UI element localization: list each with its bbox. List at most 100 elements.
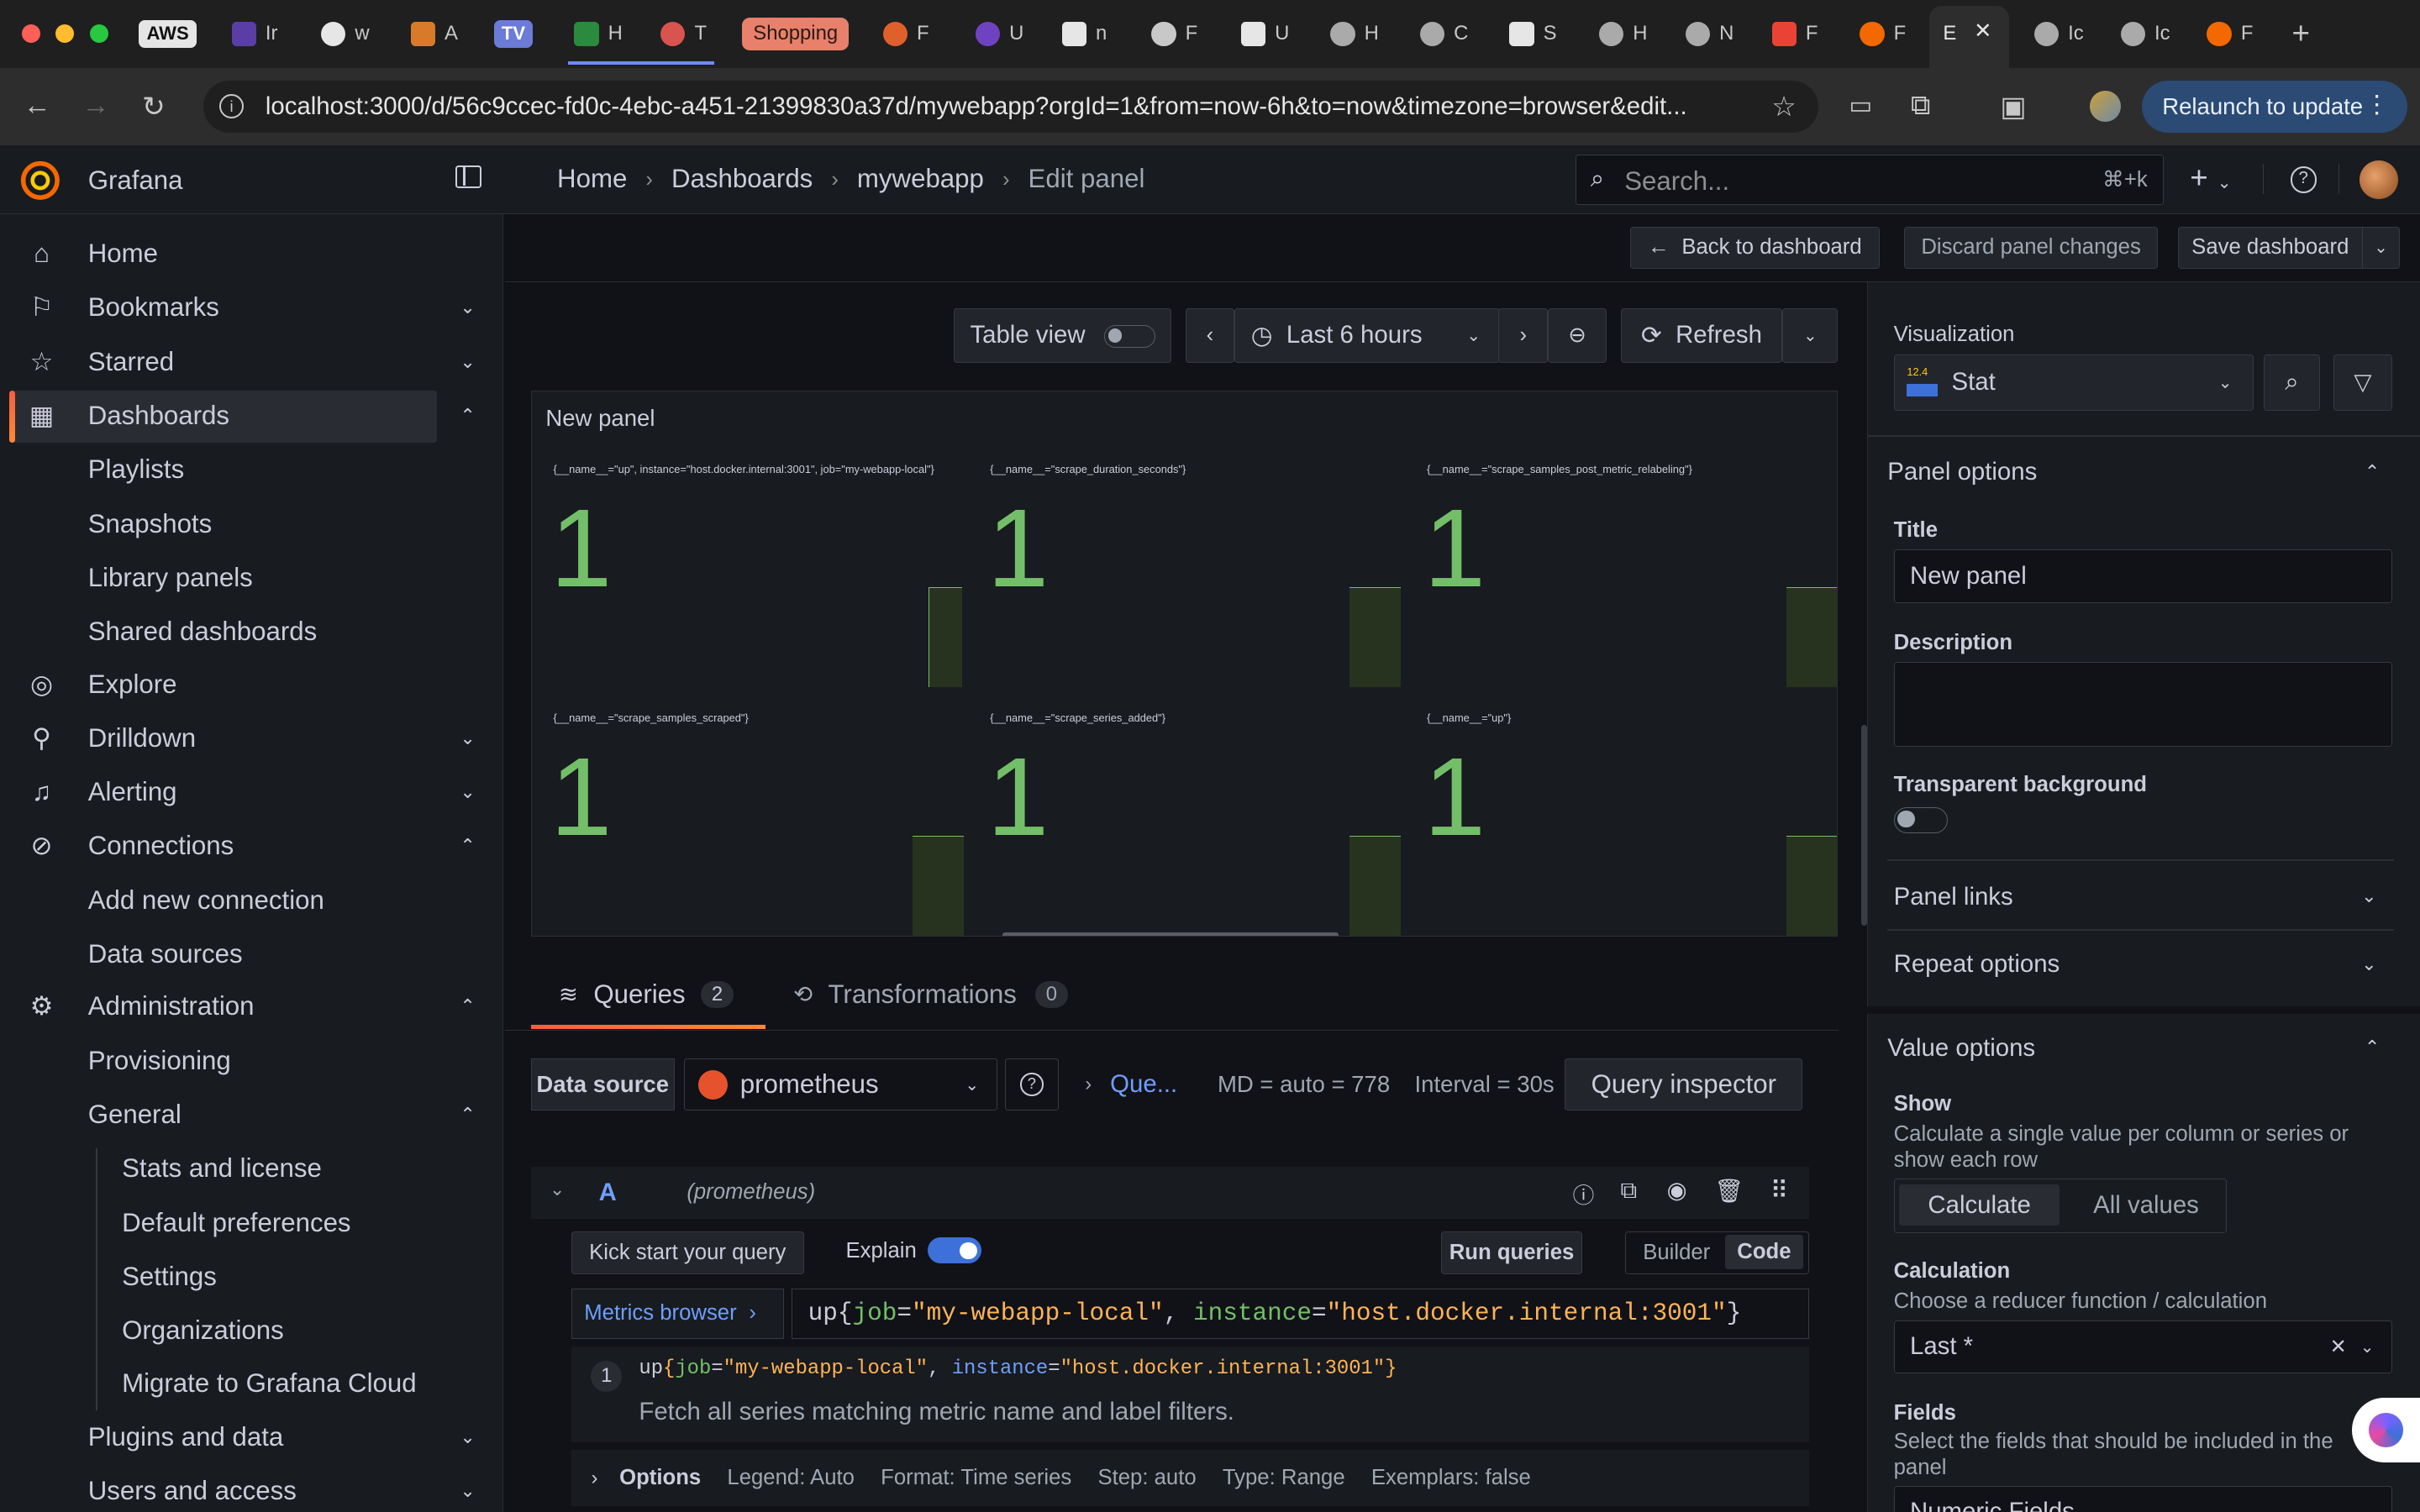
close-tab-icon[interactable]: ✕ bbox=[1974, 18, 1992, 44]
panel-options-section[interactable]: Panel options bbox=[1887, 458, 2037, 486]
back-arrow-icon[interactable]: ← bbox=[24, 90, 51, 122]
assistant-launcher-button[interactable] bbox=[2352, 1398, 2420, 1463]
clear-x-icon[interactable]: ✕ bbox=[2330, 1335, 2347, 1359]
dock-menu-icon[interactable] bbox=[455, 165, 482, 189]
panel-links-section[interactable]: Panel links bbox=[1894, 883, 2013, 911]
query-ref-id[interactable]: A bbox=[599, 1179, 617, 1207]
add-new-menu-button[interactable]: + ⌄ bbox=[2190, 160, 2231, 196]
grafana-logo-icon[interactable] bbox=[20, 160, 60, 201]
sidepanel-icon[interactable]: ▣ bbox=[2000, 90, 2026, 123]
sidebar-item-add-new-connection[interactable]: Add new connection bbox=[0, 874, 503, 927]
title-input[interactable]: New panel bbox=[1893, 549, 2392, 604]
sidebar-item-users-and-access[interactable]: Users and access ⌄ bbox=[0, 1464, 503, 1512]
chevron-up-icon[interactable]: ⌃ bbox=[2365, 1037, 2380, 1058]
promql-query-input[interactable]: up{job = "my-webapp-local", instance = "host… bbox=[792, 1288, 1809, 1340]
description-textarea[interactable] bbox=[1893, 661, 2392, 747]
sidebar-item-organizations[interactable]: Organizations bbox=[0, 1304, 503, 1357]
breadcrumb-dashboards[interactable]: Dashboards bbox=[671, 164, 813, 197]
chevron-down-icon[interactable]: ⌄ bbox=[2361, 953, 2376, 975]
browser-tab[interactable]: U bbox=[975, 14, 1023, 55]
sidebar-item-explore[interactable]: ◎ Explore bbox=[0, 657, 503, 711]
chevron-down-icon[interactable]: ⌄ bbox=[460, 781, 475, 803]
chevron-up-icon[interactable]: ⌃ bbox=[2365, 461, 2380, 483]
sidebar-item-migrate-to-grafana-cloud[interactable]: Migrate to Grafana Cloud bbox=[0, 1356, 503, 1410]
time-back-button[interactable]: ‹ bbox=[1185, 308, 1235, 363]
discard-panel-changes-button[interactable]: Discard panel changes bbox=[1904, 226, 2158, 269]
sidebar-item-general[interactable]: General ⌃ bbox=[0, 1088, 503, 1142]
explain-toggle[interactable] bbox=[927, 1237, 982, 1264]
browser-tab[interactable]: F bbox=[882, 14, 929, 55]
search-input[interactable]: ⌕ Search... ⌘+k bbox=[1576, 154, 2165, 206]
breadcrumb-mywebapp[interactable]: mywebapp bbox=[857, 164, 984, 197]
save-options-chevron-icon[interactable]: ⌄ bbox=[2362, 226, 2401, 269]
browser-tab[interactable]: C bbox=[1419, 14, 1468, 55]
more-vert-icon[interactable]: ⋮ bbox=[2365, 90, 2389, 119]
profile-avatar[interactable] bbox=[2089, 91, 2121, 123]
sidebar-item-shared-dashboards[interactable]: Shared dashboards bbox=[0, 605, 503, 659]
datasource-help-icon[interactable]: ? bbox=[1004, 1058, 1059, 1111]
search-options-icon[interactable]: ⌕ bbox=[2264, 354, 2320, 411]
browser-tab[interactable]: Ic bbox=[2033, 14, 2084, 55]
pane-splitter-handle[interactable] bbox=[1861, 725, 1868, 926]
browser-tab[interactable]: H bbox=[1330, 14, 1379, 55]
browser-tab-group-shopping[interactable]: Shopping bbox=[742, 14, 849, 55]
data-source-picker[interactable]: prometheus ⌄ bbox=[683, 1058, 997, 1111]
repeat-options-section[interactable]: Repeat options bbox=[1894, 950, 2060, 979]
sidebar-item-stats-and-license[interactable]: Stats and license bbox=[0, 1142, 503, 1195]
sidebar-item-library-panels[interactable]: Library panels bbox=[0, 551, 503, 605]
calculation-select[interactable]: Last * ✕ ⌄ bbox=[1893, 1320, 2392, 1373]
sidebar-item-bookmarks[interactable]: ⚐ Bookmarks ⌄ bbox=[0, 281, 503, 334]
browser-tab[interactable]: N bbox=[1685, 14, 1733, 55]
query-inspector-button[interactable]: Query inspector bbox=[1565, 1058, 1803, 1111]
active-browser-tab[interactable]: E ✕ bbox=[1928, 6, 2010, 68]
reload-icon[interactable]: ↻ bbox=[142, 90, 166, 123]
browser-tab[interactable]: w bbox=[321, 14, 370, 55]
site-info-icon[interactable]: i bbox=[218, 94, 245, 119]
sidebar-item-snapshots[interactable]: Snapshots bbox=[0, 496, 503, 550]
sidebar-item-home[interactable]: ⌂ Home bbox=[0, 227, 503, 281]
refresh-button[interactable]: ⟳ Refresh bbox=[1620, 308, 1783, 363]
browser-tab[interactable]: T bbox=[660, 14, 707, 55]
builder-mode-option[interactable]: Builder bbox=[1643, 1241, 1710, 1265]
browser-tab[interactable]: Ic bbox=[2120, 14, 2170, 55]
chevron-up-icon[interactable]: ⌃ bbox=[460, 835, 475, 857]
browser-tab[interactable]: TV bbox=[493, 14, 534, 55]
sidebar-item-playlists[interactable]: Playlists bbox=[0, 443, 503, 496]
zoom-out-icon[interactable]: ⊖ bbox=[1548, 308, 1607, 363]
browser-tab[interactable]: F bbox=[1860, 14, 1906, 55]
visualization-picker[interactable]: 12.4 Stat ⌄ bbox=[1893, 354, 2254, 411]
chevron-up-icon[interactable]: ⌃ bbox=[460, 405, 475, 427]
table-view-toggle[interactable]: Table view bbox=[954, 308, 1172, 363]
browser-tab[interactable]: S bbox=[1509, 14, 1557, 55]
panel-preview[interactable]: New panel {__name__="up", instance="host… bbox=[530, 390, 1839, 937]
fields-select[interactable]: Numeric Fields bbox=[1893, 1485, 2392, 1512]
cast-icon[interactable]: ▭ bbox=[1849, 91, 1872, 120]
all-values-option[interactable]: All values bbox=[2069, 1184, 2223, 1226]
maximize-window-button[interactable] bbox=[89, 24, 108, 44]
chevron-down-icon[interactable]: ⌄ bbox=[460, 1480, 475, 1502]
chevron-down-icon[interactable]: ⌄ bbox=[460, 1426, 475, 1448]
refresh-interval-chevron-icon[interactable]: ⌄ bbox=[1782, 308, 1839, 363]
filter-options-icon[interactable]: ▽ bbox=[2333, 354, 2392, 411]
chevron-down-icon[interactable]: ⌄ bbox=[460, 351, 475, 373]
sidebar-item-settings[interactable]: Settings bbox=[0, 1250, 503, 1304]
sidebar-item-plugins-and-data[interactable]: Plugins and data ⌄ bbox=[0, 1410, 503, 1464]
breadcrumb-home[interactable]: Home bbox=[557, 164, 627, 197]
minimize-window-button[interactable] bbox=[55, 24, 75, 44]
sidebar-item-alerting[interactable]: ♫ Alerting ⌄ bbox=[0, 765, 503, 819]
sidebar-item-drilldown[interactable]: ⚲ Drilldown ⌄ bbox=[0, 711, 503, 765]
transparent-background-toggle[interactable] bbox=[1893, 806, 1948, 833]
close-window-button[interactable] bbox=[21, 24, 40, 44]
save-dashboard-button[interactable]: Save dashboard bbox=[2177, 226, 2363, 269]
chevron-up-icon[interactable]: ⌃ bbox=[460, 1104, 475, 1126]
panel-scrollbar[interactable] bbox=[1002, 932, 1339, 936]
browser-tab[interactable]: F bbox=[2207, 14, 2253, 55]
value-options-section[interactable]: Value options bbox=[1887, 1034, 2035, 1063]
help-icon[interactable]: ⓘ bbox=[1573, 1179, 1595, 1210]
chevron-down-icon[interactable]: ⌄ bbox=[460, 297, 475, 318]
time-forward-button[interactable]: › bbox=[1498, 308, 1549, 363]
drag-handle-icon[interactable]: ⠿ bbox=[1770, 1176, 1789, 1205]
sidebar-item-provisioning[interactable]: Provisioning bbox=[0, 1034, 503, 1088]
tab-queries[interactable]: ≋ Queries 2 bbox=[559, 979, 734, 1010]
back-to-dashboard-button[interactable]: ← Back to dashboard bbox=[1629, 226, 1881, 269]
